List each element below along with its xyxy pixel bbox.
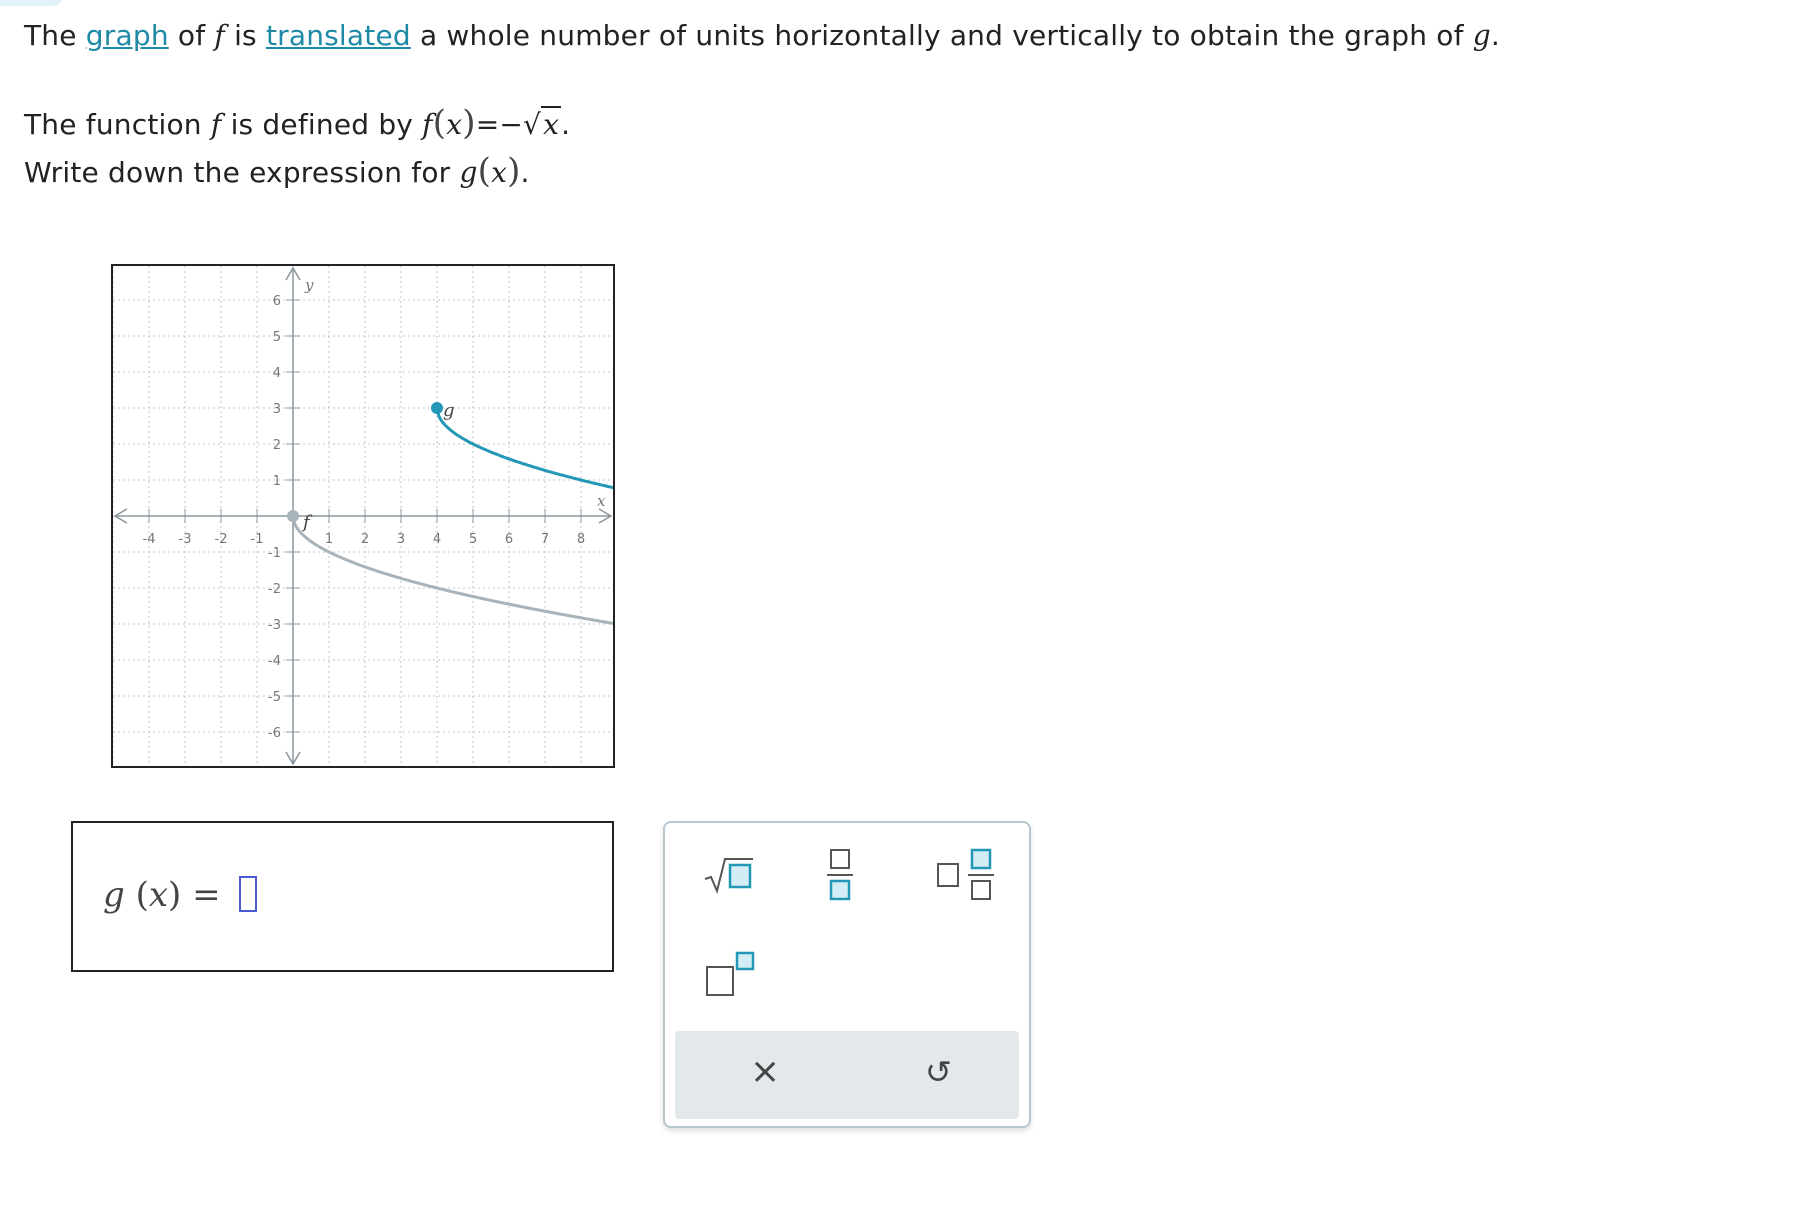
clear-button[interactable]: × [750,1051,780,1092]
answer-x: x [148,875,169,915]
y-tick-label: 6 [273,294,281,309]
q3-g-symbol: g [459,156,478,189]
fraction-key[interactable] [825,847,855,907]
answer-paren-open: ( [124,875,149,915]
translated-link[interactable]: translated [266,19,411,52]
q2-paren-close: ) [462,103,476,143]
graph-panel: -4 -3 -2 -1 1 2 3 4 5 6 7 8 6 5 4 3 2 1 -1 -2 -3 -4 -5 -6 x y f g [111,264,615,768]
x-tick-label: 4 [433,532,441,547]
mixed-number-key[interactable] [936,847,998,907]
question-line-2: The function f is defined by f(x)=−√x. [24,103,570,145]
graph-link[interactable]: graph [86,19,169,52]
answer-equals: = [192,875,221,915]
clear-icon: × [750,1051,781,1092]
y-tick-label: -3 [268,618,281,633]
math-keypad: × ↺ [663,821,1031,1128]
q2-sqrt: √x [523,106,562,141]
sqrt-icon [704,858,753,895]
answer-g: g [103,875,125,915]
x-tick-label: -2 [215,532,228,547]
x-tick-label: -3 [179,532,192,547]
x-tick-label: 7 [541,532,549,547]
y-tick-label: 4 [273,366,281,381]
q3-paren-open: ( [477,151,492,191]
mixed-number-icon [937,848,994,900]
answer-box[interactable]: g (x) = [71,821,614,972]
q2-fx-x: x [446,108,463,141]
x-tick-label: 2 [361,532,369,547]
fraction-icon [827,849,853,901]
q2-end: . [561,108,571,141]
g-curve-label: g [443,400,455,421]
g-curve [435,407,613,490]
x-axis-label: x [597,492,606,510]
q2-text-mid: is defined by [230,108,414,141]
keypad-action-bar: × ↺ [675,1031,1019,1119]
q3-end: . [520,156,530,189]
x-tick-label: 8 [577,532,585,547]
y-tick-label: 3 [273,402,281,417]
undo-button[interactable]: ↺ [925,1053,952,1091]
question-line-3: Write down the expression for g(x). [24,151,530,193]
answer-input-slot[interactable] [239,876,258,912]
graph-svg: -4 -3 -2 -1 1 2 3 4 5 6 7 8 6 5 4 3 2 1 -1 -2 -3 -4 -5 -6 x y f g [113,266,613,766]
q2-radicand: x [541,106,562,141]
top-tab-nub [0,0,64,6]
f-start-point [287,510,299,522]
q1-f-symbol: f [214,19,225,52]
q3-text-pre: Write down the expression for [24,156,451,189]
y-tick-label: 1 [273,474,281,489]
y-tick-label: 5 [273,330,281,345]
x-tick-label: 5 [469,532,477,547]
x-tick-label: 1 [325,532,333,547]
q1-end: . [1490,19,1500,52]
q2-equals-minus: =− [475,108,524,141]
y-tick-label: -2 [268,582,281,597]
q1-text-pre: The [24,19,77,52]
q1-text-post: a whole number of units horizontally and… [419,19,1464,52]
q2-paren-open: ( [432,103,447,143]
q3-paren-close: ) [507,151,521,191]
superscript-icon [706,951,755,996]
y-tick-label: -4 [268,654,281,669]
x-tick-label: -4 [143,532,156,547]
superscript-key[interactable] [705,951,757,1001]
x-tick-label: -1 [251,532,264,547]
y-tick-label: 2 [273,438,281,453]
q2-fx-f: f [422,108,433,141]
q2-f-symbol: f [210,108,222,141]
q1-text-mid2: is [234,19,257,52]
x-tick-label: 3 [397,532,405,547]
y-tick-label: -1 [268,546,281,561]
question-line-1: The graph of f is translated a whole num… [24,16,1500,56]
q1-text-mid1: of [177,19,206,52]
f-curve [291,515,613,625]
q1-g-symbol: g [1472,19,1491,52]
undo-icon: ↺ [925,1053,952,1091]
answer-paren-close: ) [168,875,182,915]
y-tick-label: -6 [268,726,281,741]
y-axis-label: y [304,276,314,294]
sqrt-key[interactable] [703,853,755,901]
q3-x: x [491,156,508,189]
f-curve-label: f [301,512,313,533]
answer-expression: g (x) = [103,875,258,915]
q2-text-pre: The function [24,108,202,141]
y-tick-label: -5 [268,690,281,705]
g-start-point [431,402,443,414]
x-tick-label: 6 [505,532,513,547]
